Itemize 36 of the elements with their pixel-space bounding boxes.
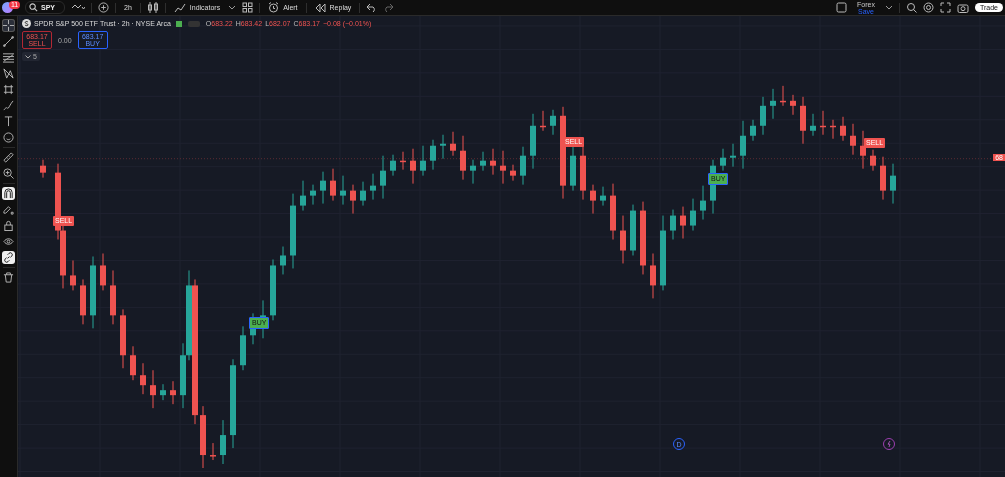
chevron-down-icon xyxy=(25,54,31,59)
alarm-clock-icon xyxy=(268,2,280,13)
symbol-logo-icon xyxy=(22,19,31,28)
zoom-tool-icon[interactable] xyxy=(2,167,15,180)
square-icon[interactable] xyxy=(836,2,848,13)
search-icon[interactable] xyxy=(905,2,917,13)
settings-icon[interactable] xyxy=(922,2,934,13)
emoji-tool-icon[interactable] xyxy=(2,131,15,144)
camera-icon[interactable] xyxy=(956,2,969,13)
eye-tool-icon[interactable] xyxy=(2,235,15,248)
chart-line-icon xyxy=(173,2,186,13)
link-tool-icon[interactable] xyxy=(2,251,15,264)
candles-icon[interactable] xyxy=(146,2,159,13)
undo-icon[interactable] xyxy=(366,3,378,12)
search-icon xyxy=(29,3,38,12)
trendline-tool-icon[interactable] xyxy=(2,35,15,48)
lightning-icon xyxy=(886,441,892,447)
text-tool-icon[interactable] xyxy=(2,115,15,128)
ruler-tool-icon[interactable] xyxy=(2,151,15,164)
redo-icon[interactable] xyxy=(383,3,395,12)
trash-tool-icon[interactable] xyxy=(2,271,15,284)
brush-tool-icon[interactable] xyxy=(2,99,15,112)
rewind-icon xyxy=(314,2,326,13)
stay-tool-icon[interactable] xyxy=(2,203,15,216)
market-status-icon xyxy=(175,20,182,27)
fib-tool-icon[interactable] xyxy=(2,51,15,64)
crosshair-tool-icon[interactable] xyxy=(2,19,15,32)
chevron-down-icon[interactable] xyxy=(228,4,237,11)
layout-grid-icon[interactable] xyxy=(242,2,254,13)
pattern-tool-icon[interactable] xyxy=(2,67,15,80)
lock-tool-icon[interactable] xyxy=(2,219,15,232)
add-symbol-icon[interactable] xyxy=(98,2,109,13)
forecast-tool-icon[interactable] xyxy=(2,83,15,96)
magnet-tool-icon[interactable] xyxy=(2,187,15,200)
chevron-down-icon[interactable] xyxy=(884,4,893,11)
fullscreen-icon[interactable] xyxy=(939,2,951,13)
